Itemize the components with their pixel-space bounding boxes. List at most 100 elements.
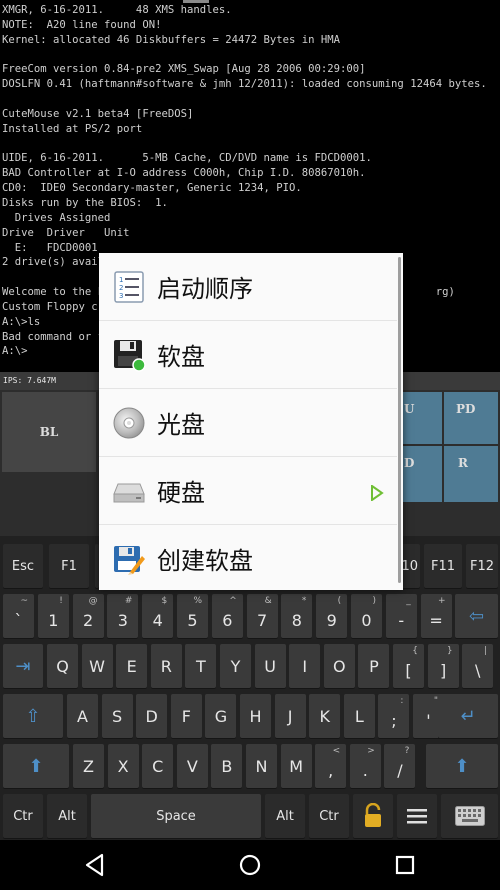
key-row3-2[interactable]: E bbox=[116, 644, 148, 688]
key-row3-1[interactable]: W bbox=[81, 644, 113, 688]
home-icon[interactable] bbox=[237, 852, 263, 878]
key-row2-11[interactable]: _ - bbox=[385, 594, 417, 638]
key-row4-3[interactable]: F bbox=[170, 694, 202, 738]
key-f1[interactable]: F1 bbox=[49, 544, 89, 588]
right-ctrl-key[interactable]: Ctr bbox=[309, 794, 349, 838]
key-row5-8[interactable]: >. bbox=[349, 744, 381, 788]
shift-left-icon: ⬆ bbox=[28, 755, 44, 777]
key-shift-label: ~ bbox=[20, 596, 28, 606]
shift-right-icon: ⬆ bbox=[454, 755, 470, 777]
key-row4-2[interactable]: D bbox=[136, 694, 168, 738]
key-label: 5 bbox=[187, 610, 198, 630]
key-row2-6[interactable]: ^ 6 bbox=[211, 594, 243, 638]
backspace-key[interactable]: ⇦ bbox=[455, 594, 498, 638]
boot-context-menu: 1 2 3 启动顺序 软盘 光盘 硬盘 创建软盘 bbox=[99, 253, 403, 590]
menu-scrollbar[interactable] bbox=[398, 257, 401, 583]
key-label: 6 bbox=[222, 610, 233, 630]
back-icon[interactable] bbox=[82, 852, 108, 878]
menu-item-cd[interactable]: 光盘 bbox=[99, 389, 397, 456]
key-row3-7[interactable]: I bbox=[289, 644, 321, 688]
key-row5-9[interactable]: ? / bbox=[384, 744, 416, 788]
menu-item-boot-order[interactable]: 1 2 3 启动顺序 bbox=[99, 253, 397, 320]
key-row2-3[interactable]: #3 bbox=[107, 594, 139, 638]
window-indicator bbox=[183, 0, 209, 3]
key-row4-9[interactable]: :; bbox=[378, 694, 410, 738]
key-row2-7[interactable]: & 7 bbox=[246, 594, 278, 638]
key-row3-5[interactable]: Y bbox=[220, 644, 251, 688]
key-esc[interactable]: Esc bbox=[3, 544, 43, 588]
space-key[interactable]: Space bbox=[91, 794, 261, 838]
key-label: Q bbox=[56, 656, 69, 676]
left-shift-key[interactable]: ⬆ bbox=[3, 744, 69, 788]
menu-item-floppy[interactable]: 软盘 bbox=[99, 321, 397, 388]
key-row4-0[interactable]: A bbox=[67, 694, 98, 738]
key-row4-1[interactable]: S bbox=[101, 694, 133, 738]
key-label: J bbox=[287, 706, 293, 726]
key-row2-0[interactable]: ~ ` bbox=[3, 594, 34, 638]
key-label: ] bbox=[439, 660, 447, 680]
right-shift-key[interactable]: ⬆ bbox=[426, 744, 498, 788]
key-row2-12[interactable]: + = bbox=[420, 594, 452, 638]
key-row5-7[interactable]: <, bbox=[315, 744, 347, 788]
pad-button-r[interactable]: R bbox=[444, 446, 498, 502]
key-shift-label: | bbox=[484, 646, 488, 656]
key-label: T bbox=[196, 656, 206, 676]
key-row3-11[interactable]: }] bbox=[427, 644, 459, 688]
lock-key[interactable] bbox=[353, 794, 393, 838]
key-row2-10[interactable]: ) 0 bbox=[351, 594, 382, 638]
key-row5-2[interactable]: C bbox=[142, 744, 174, 788]
key-row2-4[interactable]: $4 bbox=[142, 594, 174, 638]
key-row3-0[interactable]: Q bbox=[47, 644, 78, 688]
key-row5-4[interactable]: B bbox=[211, 744, 243, 788]
key-row2-1[interactable]: ! 1 bbox=[37, 594, 69, 638]
key-shift-label: { bbox=[412, 646, 418, 656]
menu-item-hard-disk[interactable]: 硬盘 bbox=[99, 457, 397, 524]
key-row4-8[interactable]: L bbox=[343, 694, 375, 738]
key-label: K bbox=[319, 706, 330, 726]
terminal-line: Disks run by the BIOS: 1. bbox=[2, 196, 168, 209]
key-label: R bbox=[160, 656, 172, 676]
key-row4-7[interactable]: K bbox=[309, 694, 341, 738]
android-nav-bar bbox=[0, 840, 500, 890]
key-row3-4[interactable]: T bbox=[185, 644, 217, 688]
key-shift-label: } bbox=[446, 646, 453, 656]
pad-button-bl[interactable]: BL bbox=[2, 392, 96, 472]
key-row3-12[interactable]: | \ bbox=[462, 644, 494, 688]
key-row4-4[interactable]: G bbox=[205, 694, 237, 738]
key-row5-3[interactable]: V bbox=[176, 744, 208, 788]
key-row5-1[interactable]: X bbox=[107, 744, 139, 788]
key-f12[interactable]: F12 bbox=[466, 544, 498, 588]
key-row2-2[interactable]: @2 bbox=[72, 594, 104, 638]
key-row4-6[interactable]: J bbox=[274, 694, 306, 738]
recents-icon[interactable] bbox=[392, 852, 418, 878]
list-icon: 1 2 3 bbox=[114, 270, 144, 303]
key-f11[interactable]: F11 bbox=[424, 544, 462, 588]
left-alt-key[interactable]: Alt bbox=[47, 794, 87, 838]
pad-button-pd[interactable]: PD bbox=[444, 392, 498, 444]
key-label: ; bbox=[391, 710, 397, 730]
caps-key[interactable]: ⇧ bbox=[3, 694, 63, 738]
terminal-line: DOSLFN 0.41 (haftmann#software & jmh 12/… bbox=[2, 78, 487, 91]
key-row3-10[interactable]: {[ bbox=[393, 644, 424, 688]
key-row3-8[interactable]: O bbox=[323, 644, 355, 688]
key-label: Z bbox=[83, 756, 94, 776]
key-row3-9[interactable]: P bbox=[358, 644, 390, 688]
key-row5-5[interactable]: N bbox=[246, 744, 277, 788]
key-row2-9[interactable]: (9 bbox=[316, 594, 348, 638]
tab-key[interactable]: ⇥ bbox=[3, 644, 43, 688]
keyboard-toggle-key[interactable] bbox=[441, 794, 498, 838]
key-row2-5[interactable]: % 5 bbox=[177, 594, 208, 638]
key-row2-8[interactable]: * 8 bbox=[281, 594, 313, 638]
key-row3-3[interactable]: R bbox=[150, 644, 182, 688]
menu-key[interactable] bbox=[397, 794, 437, 838]
key-row4-5[interactable]: H bbox=[240, 694, 271, 738]
menu-item-create-floppy[interactable]: 创建软盘 bbox=[99, 525, 397, 592]
key-shift-label: + bbox=[438, 596, 446, 606]
key-label: ` bbox=[14, 610, 23, 630]
right-alt-key[interactable]: Alt bbox=[265, 794, 305, 838]
enter-key[interactable]: ↵ bbox=[438, 694, 498, 738]
key-row3-6[interactable]: U bbox=[254, 644, 286, 688]
left-ctrl-key[interactable]: Ctr bbox=[3, 794, 43, 838]
key-row5-0[interactable]: Z bbox=[73, 744, 104, 788]
key-row5-6[interactable]: M bbox=[280, 744, 312, 788]
